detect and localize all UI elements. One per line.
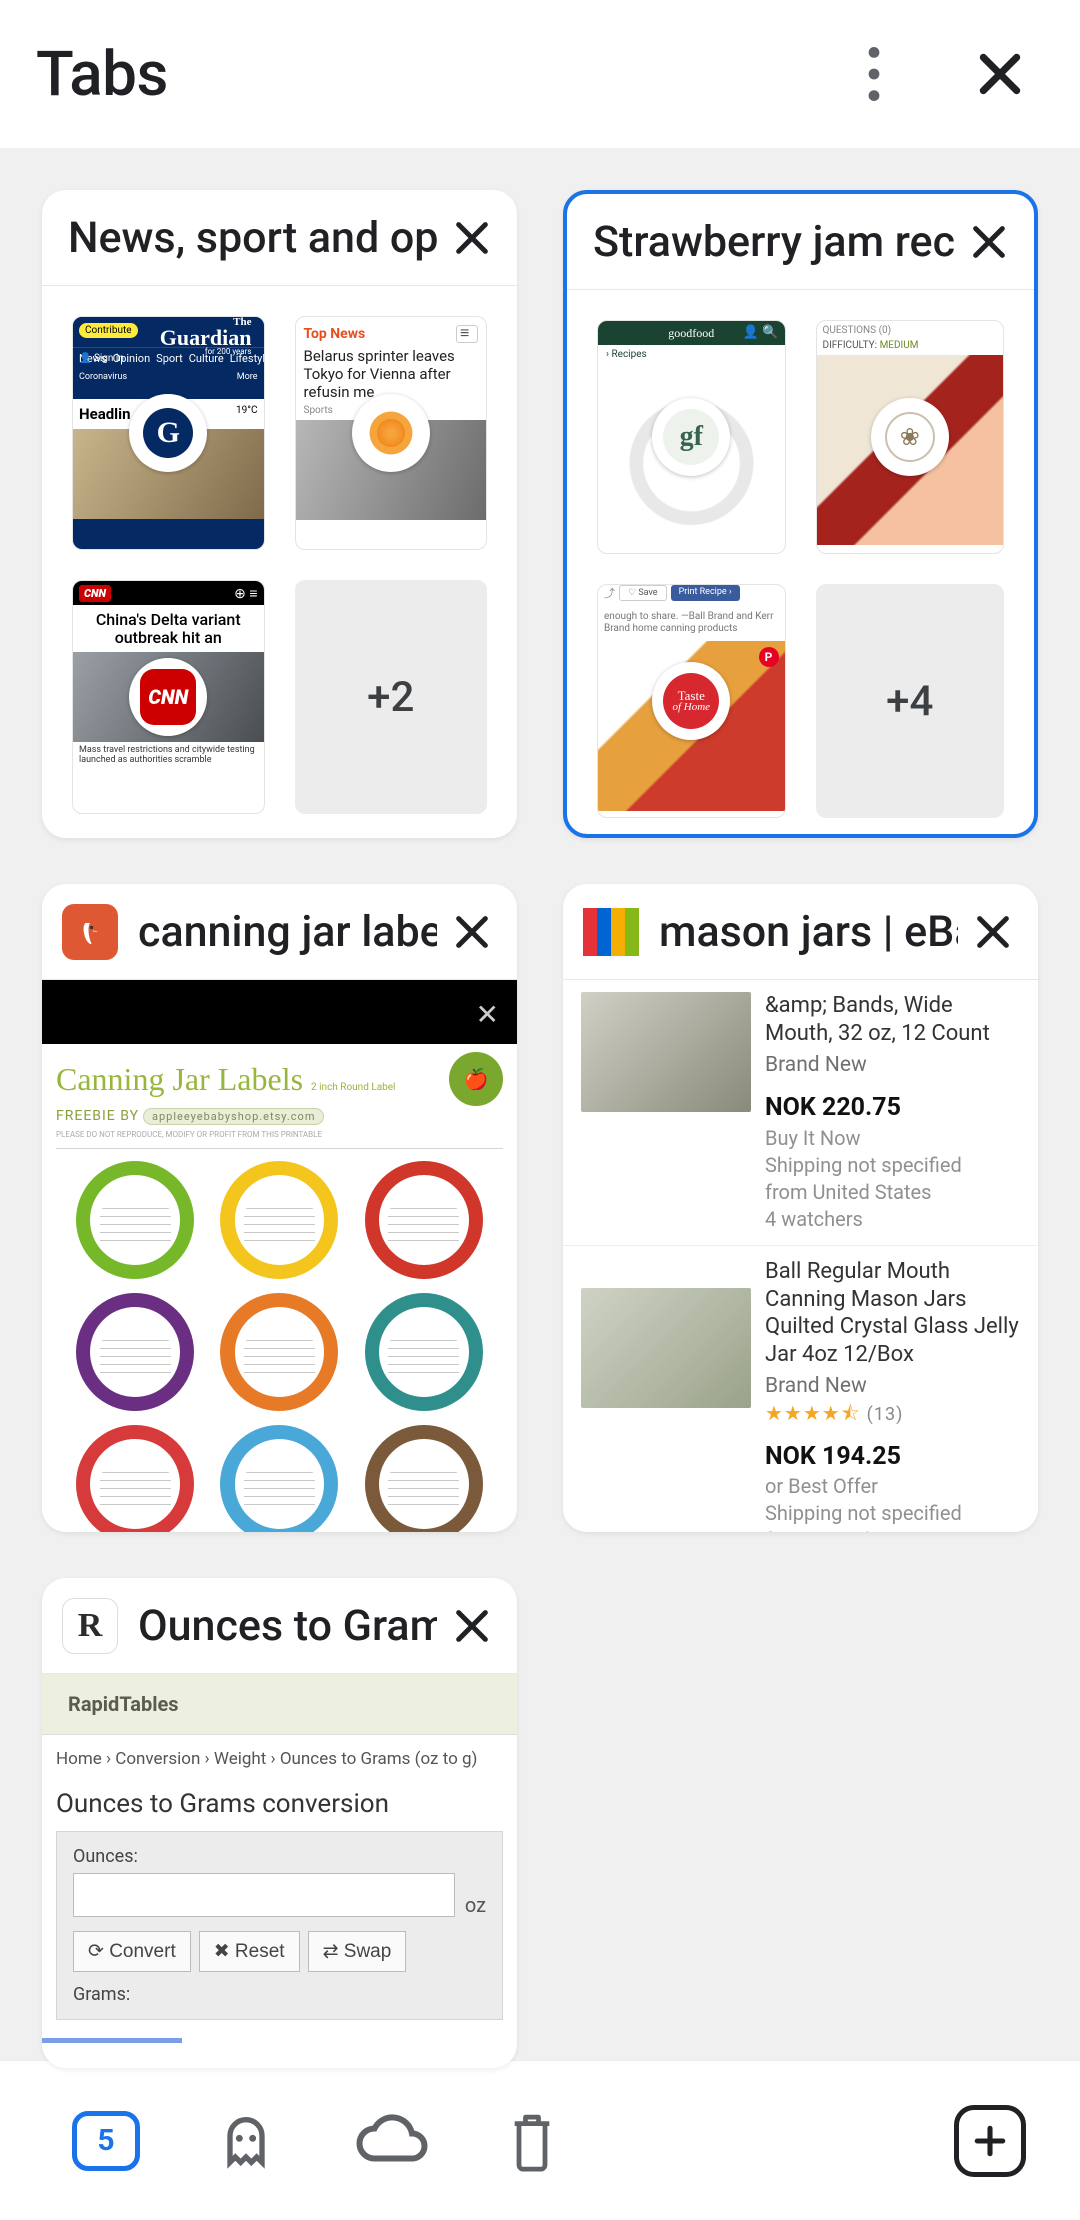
listing-thumb xyxy=(581,992,751,1112)
tab-card[interactable]: R Ounces to Grams RapidTables Home › Con… xyxy=(42,1578,517,2068)
grouped-tab-thumb[interactable]: QUESTIONS (0) DIFFICULTY: MEDIUM ❀ xyxy=(816,320,1005,554)
jar-label xyxy=(76,1293,194,1411)
grouped-tab-thumb[interactable]: CNN⊕ ≡ China's Delta variant outbreak hi… xyxy=(72,580,265,814)
synced-tabs-button[interactable] xyxy=(352,2113,432,2169)
ad-banner: ✕ xyxy=(42,980,517,1044)
close-icon xyxy=(452,912,492,952)
pinterest-icon: P xyxy=(759,647,779,667)
more-tabs-thumb[interactable]: +2 xyxy=(295,580,488,814)
jar-label xyxy=(365,1293,483,1411)
tab-card[interactable]: canning jar labels ✕ Canning Jar Labels … xyxy=(42,884,517,1532)
jar-label xyxy=(220,1161,338,1279)
jar-label xyxy=(76,1161,194,1279)
jar-label xyxy=(365,1425,483,1532)
grouped-tab-thumb[interactable]: Contribute TheGuardian for 200 years 👤 S… xyxy=(72,316,265,550)
jar-label xyxy=(220,1425,338,1532)
tab-title: canning jar labels xyxy=(138,907,437,957)
more-icon: ⊕ ≡ xyxy=(234,585,257,602)
tabs-grid: News, sport and opinion Contribute TheGu… xyxy=(0,148,1080,2060)
more-tabs-thumb[interactable]: +4 xyxy=(816,584,1005,818)
ghost-icon xyxy=(214,2109,278,2173)
tab-group-card[interactable]: Strawberry jam recipes goodfood👤 🔍 › Rec… xyxy=(563,190,1038,838)
convert-button[interactable]: ⟳ Convert xyxy=(73,1931,191,1972)
conversion-form: Ounces: oz ⟳ Convert ✖ Reset ⇄ Swap Gram… xyxy=(56,1831,503,2020)
tab-group-body: goodfood👤 🔍 › Recipes gf QUESTIONS (0) D… xyxy=(567,290,1034,834)
tab-group-card[interactable]: News, sport and opinion Contribute TheGu… xyxy=(42,190,517,838)
grouped-tab-thumb[interactable]: ⤴♡ SavePrint Recipe › enough to share. —… xyxy=(597,584,786,818)
tasteofhome-icon: Tasteof Home xyxy=(652,662,730,740)
menu-icon xyxy=(456,325,478,343)
tab-title: Strawberry jam recipes xyxy=(587,217,954,267)
listing-thumb xyxy=(581,1288,751,1408)
tab-count-button[interactable]: 5 xyxy=(72,2111,140,2171)
close-icon xyxy=(452,1606,492,1646)
site-icon: ❀ xyxy=(871,398,949,476)
more-vert-icon xyxy=(867,47,881,101)
close-all-button[interactable] xyxy=(506,2109,558,2173)
new-tab-button[interactable] xyxy=(954,2105,1026,2177)
ounces-input[interactable] xyxy=(73,1873,455,1917)
incognito-button[interactable] xyxy=(214,2109,278,2173)
jar-label xyxy=(365,1161,483,1279)
tab-card[interactable]: mason jars | eBay &amp; Bands, Wide Mout… xyxy=(563,884,1038,1532)
signin-label: 👤 Sign in xyxy=(79,353,124,364)
tab-group-body: Contribute TheGuardian for 200 years 👤 S… xyxy=(42,286,517,838)
close-icon xyxy=(452,218,492,258)
grouped-tab-thumb[interactable]: Top News Belarus sprinter leaves Tokyo f… xyxy=(295,316,488,550)
guardian-icon: G xyxy=(129,394,207,472)
progress-indicator xyxy=(42,2038,182,2043)
duckduckgo-icon xyxy=(62,904,118,960)
close-ad-icon[interactable]: ✕ xyxy=(476,998,499,1031)
jar-label xyxy=(76,1425,194,1532)
app-header: Tabs xyxy=(0,0,1080,148)
listing-item: Ball Regular Mouth Canning Mason Jars Qu… xyxy=(563,1246,1038,1532)
tab-header: mason jars | eBay xyxy=(563,884,1038,980)
close-tabs-button[interactable] xyxy=(952,26,1048,122)
tab-header: canning jar labels xyxy=(42,884,517,980)
trash-icon xyxy=(506,2109,558,2173)
close-tab-button[interactable] xyxy=(958,897,1028,967)
more-menu-button[interactable] xyxy=(826,26,922,122)
tab-preview: &amp; Bands, Wide Mouth, 32 oz, 12 Count… xyxy=(563,980,1038,1532)
goodfood-icon: gf xyxy=(652,398,730,476)
tab-preview: RapidTables Home › Conversion › Weight ›… xyxy=(42,1674,517,2068)
tab-header: Strawberry jam recipes xyxy=(567,194,1034,290)
brand-badge-icon: 🍎 xyxy=(449,1052,503,1106)
bottom-toolbar: 5 xyxy=(0,2060,1080,2220)
rapidtables-icon: R xyxy=(62,1598,118,1654)
page-title: Tabs xyxy=(36,38,826,111)
close-icon xyxy=(975,49,1025,99)
close-tab-button[interactable] xyxy=(954,207,1024,277)
cnn-icon: CNN xyxy=(129,658,207,736)
reset-button[interactable]: ✖ Reset xyxy=(199,1931,300,1972)
swap-button[interactable]: ⇄ Swap xyxy=(308,1931,407,1972)
close-tab-button[interactable] xyxy=(437,897,507,967)
tab-title: Ounces to Grams xyxy=(138,1601,437,1651)
tab-header: News, sport and opinion xyxy=(42,190,517,286)
grams-label: Grams: xyxy=(73,1984,130,2005)
tab-title: mason jars | eBay xyxy=(659,907,958,957)
tab-preview: ✕ Canning Jar Labels 2 inch Round Label … xyxy=(42,980,517,1532)
source-icon xyxy=(352,394,430,472)
jar-label xyxy=(220,1293,338,1411)
close-tab-button[interactable] xyxy=(437,1591,507,1661)
close-tab-button[interactable] xyxy=(437,203,507,273)
site-brand: RapidTables xyxy=(42,1674,517,1735)
listing-item: &amp; Bands, Wide Mouth, 32 oz, 12 Count… xyxy=(563,980,1038,1246)
account-search-icons: 👤 🔍 xyxy=(743,324,779,340)
cloud-icon xyxy=(352,2113,432,2169)
labels-grid xyxy=(42,1155,517,1532)
ebay-icon xyxy=(583,904,639,960)
plus-icon xyxy=(973,2124,1007,2158)
tab-header: R Ounces to Grams xyxy=(42,1578,517,1674)
tab-title: News, sport and opinion xyxy=(62,213,437,263)
page-heading: Ounces to Grams conversion xyxy=(42,1783,517,1831)
contribute-pill: Contribute xyxy=(79,323,138,338)
grouped-tab-thumb[interactable]: goodfood👤 🔍 › Recipes gf xyxy=(597,320,786,554)
breadcrumb: Home › Conversion › Weight › Ounces to G… xyxy=(42,1735,517,1783)
ounces-label: Ounces: xyxy=(73,1846,138,1867)
close-icon xyxy=(973,912,1013,952)
close-icon xyxy=(969,222,1009,262)
